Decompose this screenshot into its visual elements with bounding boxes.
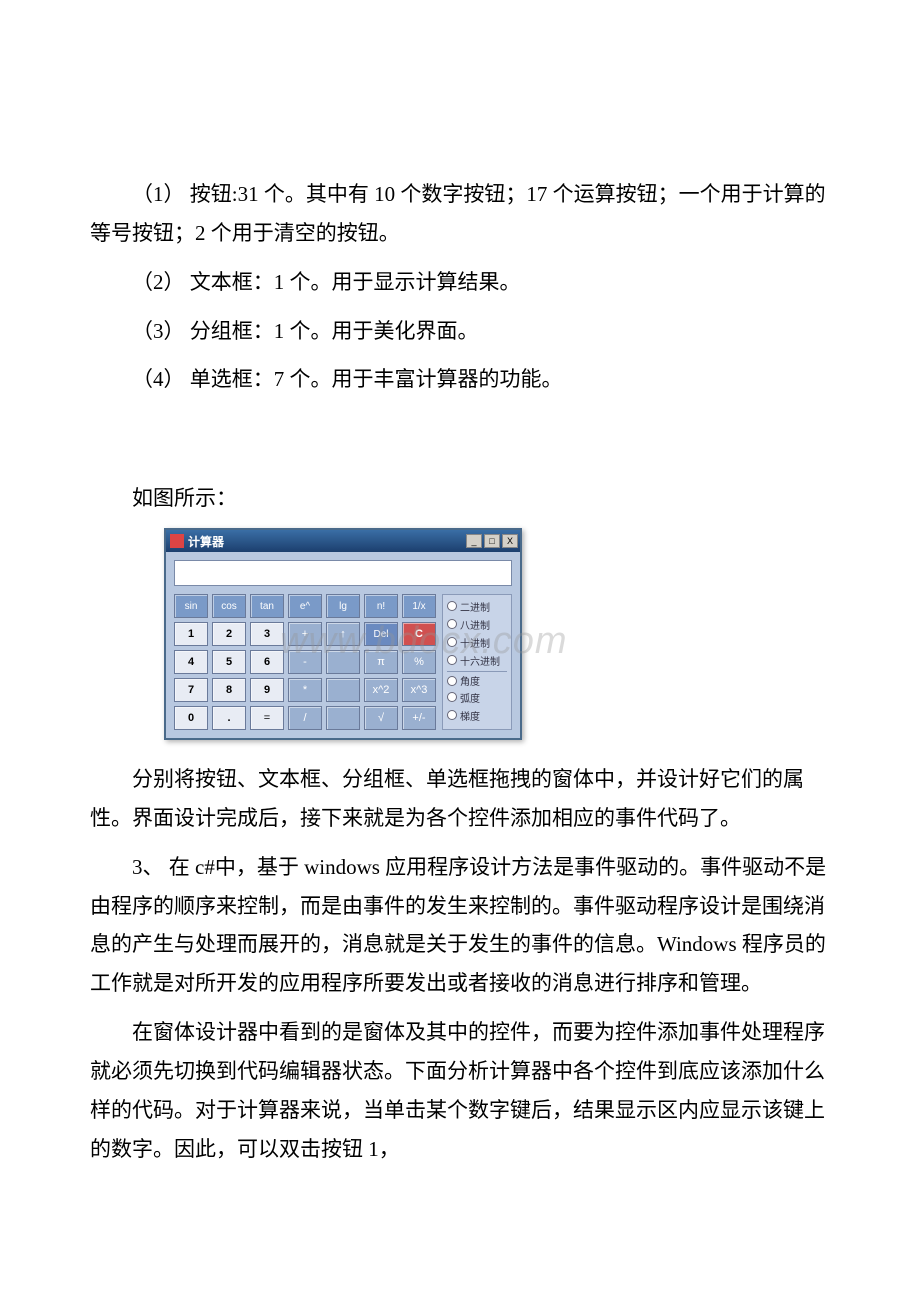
radio-dot-icon [447,692,457,702]
window-buttons: _ □ X [466,534,518,548]
radio-label: 角度 [460,673,480,688]
calc-button-%[interactable]: % [402,650,436,674]
calc-button-2[interactable]: 2 [212,622,246,646]
para-5: 如图所示： [90,479,830,518]
calc-button-r4c4[interactable] [326,706,360,730]
window-title: 计算器 [188,533,466,550]
radio-dot-icon [447,676,457,686]
calc-button-6[interactable]: 6 [250,650,284,674]
calc-button-1/x[interactable]: 1/x [402,594,436,618]
calc-button-3[interactable]: 3 [250,622,284,646]
radio-十六进制[interactable]: 十六进制 [447,652,507,668]
radio-dot-icon [447,637,457,647]
titlebar: 计算器 _ □ X [166,530,520,552]
calc-button-r3c4[interactable] [326,678,360,702]
calculator-screenshot: 计算器 _ □ X sincostane^lgn!1/x 123+↑DelC 456… [164,528,522,740]
radio-label: 弧度 [460,690,480,705]
close-button[interactable]: X [502,534,518,548]
radio-panel: 二进制八进制十进制十六进制角度弧度梯度 [442,594,512,730]
para-2: （2） 文本框：1 个。用于显示计算结果。 [90,263,830,302]
calc-button--[interactable]: - [288,650,322,674]
calc-button-cos[interactable]: cos [212,594,246,618]
para-4: （4） 单选框：7 个。用于丰富计算器的功能。 [90,360,830,399]
radio-dot-icon [447,710,457,720]
calculator-window: 计算器 _ □ X sincostane^lgn!1/x 123+↑DelC 456… [164,528,522,740]
radio-dot-icon [447,655,457,665]
calc-button-x^3[interactable]: x^3 [402,678,436,702]
maximize-button[interactable]: □ [484,534,500,548]
para-8: 在窗体设计器中看到的是窗体及其中的控件，而要为控件添加事件处理程序就必须先切换到… [90,1013,830,1168]
calc-button-8[interactable]: 8 [212,678,246,702]
radio-弧度[interactable]: 弧度 [447,689,507,705]
calc-button-*[interactable]: * [288,678,322,702]
calc-button-0[interactable]: 0 [174,706,208,730]
calc-button-4[interactable]: 4 [174,650,208,674]
calc-button-x^2[interactable]: x^2 [364,678,398,702]
radio-角度[interactable]: 角度 [447,671,507,687]
para-6: 分别将按钮、文本框、分组框、单选框拖拽的窗体中，并设计好它们的属性。界面设计完成… [90,760,830,838]
calc-button-π[interactable]: π [364,650,398,674]
calc-button-√[interactable]: √ [364,706,398,730]
calc-button-.[interactable]: . [212,706,246,730]
radio-label: 梯度 [460,708,480,723]
para-3: （3） 分组框：1 个。用于美化界面。 [90,312,830,351]
calc-button-Del[interactable]: Del [364,622,398,646]
calc-button-sin[interactable]: sin [174,594,208,618]
radio-dot-icon [447,619,457,629]
radio-label: 十进制 [460,635,490,650]
calc-button-+[interactable]: + [288,622,322,646]
radio-十进制[interactable]: 十进制 [447,634,507,650]
calc-button-/[interactable]: / [288,706,322,730]
radio-二进制[interactable]: 二进制 [447,598,507,614]
calc-button-7[interactable]: 7 [174,678,208,702]
calc-button-e^[interactable]: e^ [288,594,322,618]
calc-button-=[interactable]: = [250,706,284,730]
radio-梯度[interactable]: 梯度 [447,707,507,723]
para-1: （1） 按钮:31 个。其中有 10 个数字按钮；17 个运算按钮；一个用于计算… [90,175,830,253]
radio-label: 八进制 [460,617,490,632]
calc-button-C[interactable]: C [402,622,436,646]
button-area: sincostane^lgn!1/x 123+↑DelC 456- π% 789* x^2… [174,594,512,730]
calc-button-r2c4[interactable] [326,650,360,674]
radio-dot-icon [447,601,457,611]
result-display[interactable] [174,560,512,586]
para-7: 3、 在 c#中，基于 windows 应用程序设计方法是事件驱动的。事件驱动不… [90,848,830,1003]
calc-button-9[interactable]: 9 [250,678,284,702]
calculator-body: sincostane^lgn!1/x 123+↑DelC 456- π% 789* x^2… [166,552,520,738]
spacer [90,409,830,479]
calc-button-+/-[interactable]: +/- [402,706,436,730]
calc-button-↑[interactable]: ↑ [326,622,360,646]
button-grid: sincostane^lgn!1/x 123+↑DelC 456- π% 789* x^2… [174,594,436,730]
radio-label: 十六进制 [460,653,500,668]
calc-button-5[interactable]: 5 [212,650,246,674]
radio-八进制[interactable]: 八进制 [447,616,507,632]
app-icon [170,534,184,548]
calc-button-1[interactable]: 1 [174,622,208,646]
calc-button-tan[interactable]: tan [250,594,284,618]
calc-button-n![interactable]: n! [364,594,398,618]
calc-button-lg[interactable]: lg [326,594,360,618]
radio-label: 二进制 [460,599,490,614]
minimize-button[interactable]: _ [466,534,482,548]
